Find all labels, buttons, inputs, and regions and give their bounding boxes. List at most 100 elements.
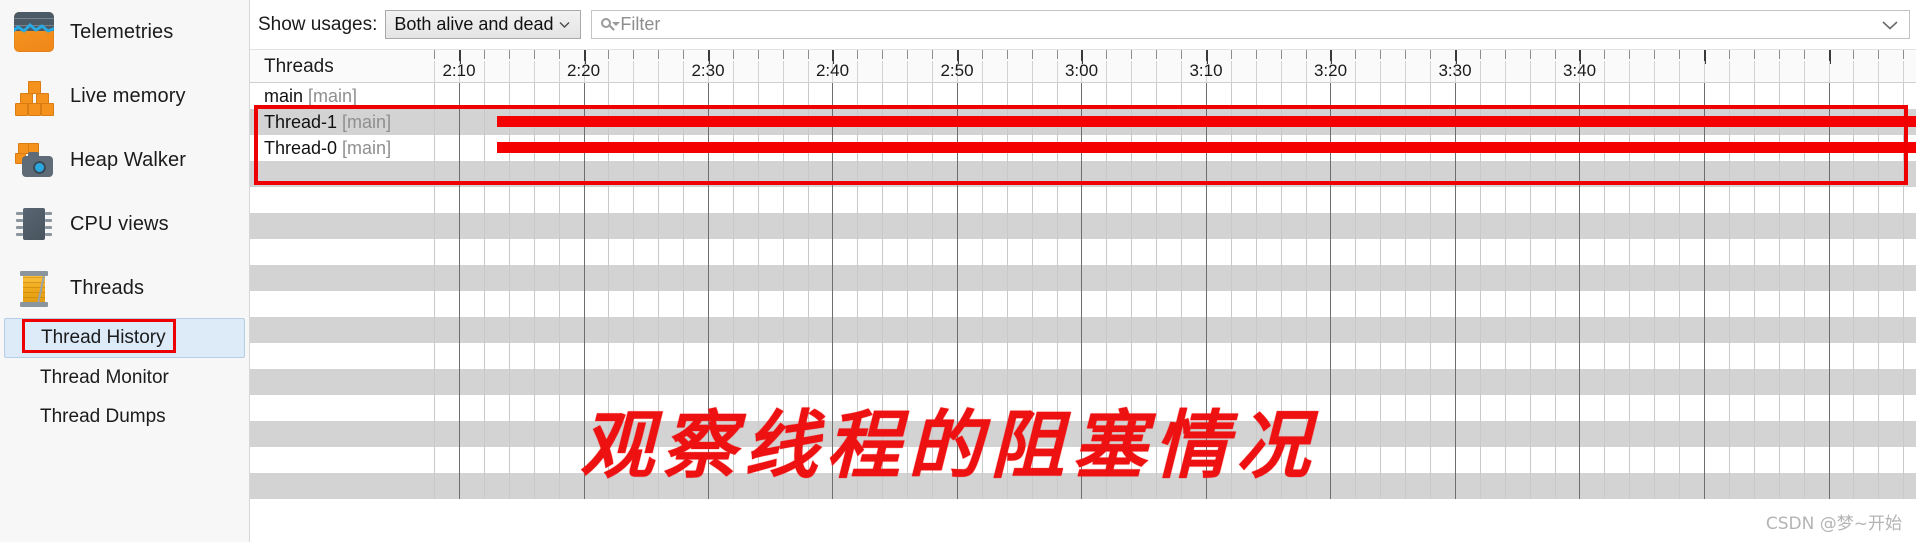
- table-row[interactable]: [250, 239, 1916, 265]
- ruler-minor-tick: [484, 50, 485, 59]
- sidebar-item-heap-walker[interactable]: Heap Walker: [0, 128, 249, 192]
- ruler-gridline: [907, 61, 908, 83]
- ruler-minor-tick: [633, 50, 634, 59]
- thread-activity-bar: [497, 116, 1916, 127]
- table-row[interactable]: [250, 265, 1916, 291]
- ruler-minor-tick: [1405, 50, 1406, 59]
- ruler-gridline: [1231, 61, 1232, 83]
- row-gridlines: [409, 291, 1916, 317]
- sidebar-item-cpu-views[interactable]: CPU views: [0, 192, 249, 256]
- ruler-gridline: [1007, 61, 1008, 83]
- ruler-gridline: [733, 61, 734, 83]
- ruler-gridline: [982, 61, 983, 83]
- ruler-gridline: [633, 61, 634, 83]
- thread-name-cell: [250, 161, 410, 187]
- thread-name-cell: [250, 421, 410, 447]
- table-row[interactable]: Thread-0 [main]: [250, 135, 1916, 161]
- ruler-minor-tick: [1878, 50, 1879, 59]
- ruler-gridline: [932, 61, 933, 83]
- sidebar-item-label: Threads: [70, 276, 145, 299]
- ruler-gridline: [1181, 61, 1182, 83]
- ruler-minor-tick: [534, 50, 535, 59]
- thread-history-window: Telemetries Live memory Heap Walker CPU …: [0, 0, 1916, 542]
- sidebar-subitem-label: Thread Monitor: [40, 367, 169, 388]
- ruler-minor-tick: [1131, 50, 1132, 59]
- sidebar-item-label: Heap Walker: [70, 148, 186, 171]
- table-row[interactable]: main [main]: [250, 83, 1916, 109]
- ruler-minor-tick: [1380, 50, 1381, 59]
- ruler-minor-tick: [1057, 50, 1058, 59]
- sidebar-subitem-label: Thread History: [41, 327, 166, 348]
- thread-name-cell: [250, 213, 410, 239]
- sidebar-item-thread-history[interactable]: Thread History: [4, 318, 245, 358]
- ruler-minor-tick: [1530, 50, 1531, 59]
- ruler-minor-tick: [509, 50, 510, 59]
- ruler-gridline: [1355, 61, 1356, 83]
- thread-name-cell: [250, 447, 410, 473]
- ruler-minor-tick: [1430, 50, 1431, 59]
- ruler-minor-tick: [1281, 50, 1282, 59]
- thread-group-text: [main]: [303, 86, 358, 106]
- telemetries-icon: [14, 12, 54, 52]
- ruler-minor-tick: [1480, 50, 1481, 59]
- table-row[interactable]: [250, 343, 1916, 369]
- ruler-gridline: [1804, 61, 1805, 83]
- ruler-minor-tick: [1156, 50, 1157, 59]
- thread-name-text: Thread-1: [264, 112, 338, 132]
- ruler-gridline: [434, 61, 435, 83]
- ruler-minor-tick: [1804, 50, 1805, 59]
- ruler-gridline: [1256, 61, 1257, 83]
- ruler-gridline: [1878, 61, 1879, 83]
- filter-input[interactable]: Filter: [591, 10, 1910, 39]
- ruler-minor-tick: [1555, 50, 1556, 59]
- ruler-gridline: [1405, 61, 1406, 83]
- table-row[interactable]: Thread-1 [main]: [250, 109, 1916, 135]
- show-usages-select[interactable]: Both alive and dead: [385, 10, 582, 39]
- ruler-minor-tick: [1505, 50, 1506, 59]
- ruler-tick-label: 2:10: [442, 61, 476, 80]
- thread-group-text: [main]: [337, 138, 392, 158]
- sidebar-item-threads[interactable]: Threads: [0, 256, 249, 320]
- row-gridlines: [409, 187, 1916, 213]
- thread-group-text: [main]: [337, 112, 392, 132]
- table-row[interactable]: [250, 161, 1916, 187]
- ruler-minor-tick: [559, 50, 560, 59]
- thread-name-cell: [250, 291, 410, 317]
- sidebar-item-label: Telemetries: [70, 20, 174, 43]
- ruler-gridline: [1729, 61, 1730, 83]
- thread-name: main [main]: [264, 86, 357, 107]
- table-row[interactable]: [250, 187, 1916, 213]
- thread-name-cell: [250, 369, 410, 395]
- sidebar-item-live-memory[interactable]: Live memory: [0, 64, 249, 128]
- ruler-gridline: [1530, 61, 1531, 83]
- ruler-gridline: [608, 61, 609, 83]
- sidebar-item-thread-monitor[interactable]: Thread Monitor: [0, 358, 249, 398]
- thread-name-cell: [250, 239, 410, 265]
- ruler-minor-tick: [1779, 50, 1780, 59]
- ruler-gridline: [1829, 61, 1830, 83]
- thread-name-text: Thread-0: [264, 138, 338, 158]
- ruler-minor-tick: [907, 50, 908, 59]
- ruler-minor-tick: [1106, 50, 1107, 59]
- sidebar-item-thread-dumps[interactable]: Thread Dumps: [0, 397, 249, 437]
- ruler-minor-tick: [1355, 50, 1356, 59]
- table-row[interactable]: [250, 317, 1916, 343]
- timeline-ruler[interactable]: 2:10 2:20 2:30 2:40 2:50 3:00 3:10 3:20 3:30 3:40: [410, 50, 1916, 83]
- ruler-tick-label: 3:00: [1064, 61, 1099, 80]
- row-gridlines: [409, 213, 1916, 239]
- sidebar: Telemetries Live memory Heap Walker CPU …: [0, 0, 250, 542]
- annotation-callout: 观察线程的阻塞情况: [580, 403, 1318, 489]
- ruler-tick-label: 2:50: [940, 61, 974, 80]
- ruler-gridline: [1654, 61, 1655, 83]
- table-row[interactable]: [250, 213, 1916, 239]
- sidebar-item-telemetries[interactable]: Telemetries: [0, 0, 249, 64]
- ruler-gridline: [1604, 61, 1605, 83]
- table-row[interactable]: [250, 291, 1916, 317]
- thread-name: Thread-1 [main]: [264, 112, 391, 133]
- watermark: CSDN @梦~开始: [1765, 514, 1902, 534]
- ruler-tick-label: 3:20: [1313, 61, 1348, 80]
- row-gridlines: [409, 83, 1916, 109]
- ruler-gridline: [1380, 61, 1381, 83]
- chevron-down-icon[interactable]: [1881, 19, 1899, 31]
- ruler-gridline: [1505, 61, 1506, 83]
